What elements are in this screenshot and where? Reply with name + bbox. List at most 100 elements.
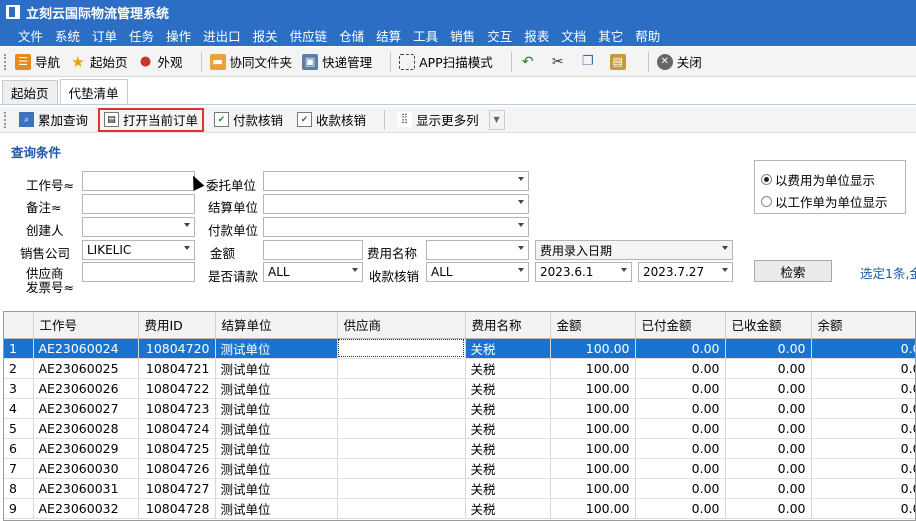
cell-rownum[interactable]: 8	[4, 478, 34, 499]
cell-supplier[interactable]	[337, 358, 466, 379]
cell-supplier[interactable]	[337, 418, 466, 439]
cell-supplier[interactable]	[337, 338, 466, 359]
cell-rownum[interactable]: 3	[4, 378, 34, 399]
supplier-invoice-input[interactable]	[82, 262, 195, 282]
cell-rownum[interactable]: 2	[4, 358, 34, 379]
cell-paid[interactable]: 0.00	[635, 458, 726, 479]
copy-button[interactable]: ❐	[580, 54, 600, 70]
payment-writeoff-button[interactable]: ✔ 付款核销	[210, 108, 287, 132]
cell-fee-name[interactable]: 关税	[465, 418, 551, 439]
cell-balance[interactable]: 0.00	[811, 418, 915, 439]
cell-supplier[interactable]	[337, 398, 466, 419]
cell-amount[interactable]: 100.00	[550, 358, 636, 379]
cell-paid[interactable]: 0.00	[635, 338, 726, 359]
cell-fee-id[interactable]: 10804724	[138, 418, 216, 439]
express-button[interactable]: ▣ 快递管理	[302, 52, 372, 71]
menu-documents[interactable]: 文档	[561, 26, 586, 45]
col-header-received[interactable]: 已收金额	[725, 312, 812, 339]
is-requested-select[interactable]: ALL	[263, 262, 363, 282]
col-header-balance[interactable]: 余额	[811, 312, 915, 339]
cell-paid[interactable]: 0.00	[635, 478, 726, 499]
cell-rownum[interactable]: 1	[4, 338, 34, 359]
cell-job-no[interactable]: AE23060032	[33, 498, 139, 519]
cell-job-no[interactable]: AE23060027	[33, 398, 139, 419]
menu-other[interactable]: 其它	[598, 26, 623, 45]
col-header-job-no[interactable]: 工作号	[33, 312, 139, 339]
cell-fee-id[interactable]: 10804725	[138, 438, 216, 459]
cell-fee-name[interactable]: 关税	[465, 358, 551, 379]
cell-rownum[interactable]: 5	[4, 418, 34, 439]
remark-input[interactable]	[82, 194, 195, 214]
menu-sales[interactable]: 销售	[450, 26, 475, 45]
cell-fee-name[interactable]: 关税	[465, 338, 551, 359]
cell-job-no[interactable]: AE23060031	[33, 478, 139, 499]
menu-reports[interactable]: 报表	[524, 26, 549, 45]
cell-fee-id[interactable]: 10804727	[138, 478, 216, 499]
job-no-input[interactable]	[82, 171, 195, 191]
col-header-amount[interactable]: 金额	[550, 312, 636, 339]
menu-warehouse[interactable]: 仓储	[339, 26, 364, 45]
app-scan-button[interactable]: APP扫描模式	[399, 52, 493, 71]
cell-settle-unit[interactable]: 测试单位	[215, 418, 338, 439]
cell-settle-unit[interactable]: 测试单位	[215, 478, 338, 499]
cell-job-no[interactable]: AE23060026	[33, 378, 139, 399]
cell-received[interactable]: 0.00	[725, 358, 812, 379]
menu-customs[interactable]: 报关	[253, 26, 278, 45]
appearance-button[interactable]: ● 外观	[138, 52, 183, 71]
cell-received[interactable]: 0.00	[725, 478, 812, 499]
cell-paid[interactable]: 0.00	[635, 358, 726, 379]
cell-balance[interactable]: 0.00	[811, 378, 915, 399]
cell-supplier[interactable]	[337, 378, 466, 399]
cell-rownum[interactable]: 4	[4, 398, 34, 419]
cell-settle-unit[interactable]: 测试单位	[215, 498, 338, 519]
cell-fee-name[interactable]: 关税	[465, 438, 551, 459]
cell-received[interactable]: 0.00	[725, 378, 812, 399]
cell-balance[interactable]: 0.00	[811, 458, 915, 479]
cell-received[interactable]: 0.00	[725, 438, 812, 459]
receipt-writeoff-button[interactable]: ✔ 收款核销	[293, 108, 370, 132]
cell-paid[interactable]: 0.00	[635, 418, 726, 439]
receipt-writeoff-select[interactable]: ALL	[426, 262, 529, 282]
cell-received[interactable]: 0.00	[725, 458, 812, 479]
cell-paid[interactable]: 0.00	[635, 498, 726, 519]
cell-fee-id[interactable]: 10804721	[138, 358, 216, 379]
table-row[interactable]: 5 AE23060028 10804724 测试单位 关税 100.00 0.00 0.00 0…	[4, 418, 915, 439]
cell-fee-name[interactable]: 关税	[465, 458, 551, 479]
cell-job-no[interactable]: AE23060030	[33, 458, 139, 479]
cell-settle-unit[interactable]: 测试单位	[215, 398, 338, 419]
cell-amount[interactable]: 100.00	[550, 378, 636, 399]
table-row[interactable]: 6 AE23060029 10804725 测试单位 关税 100.00 0.00 0.00 0…	[4, 438, 915, 459]
toolbar-grip[interactable]	[4, 53, 7, 70]
cell-fee-id[interactable]: 10804728	[138, 498, 216, 519]
pay-unit-select[interactable]	[263, 217, 529, 237]
cell-job-no[interactable]: AE23060028	[33, 418, 139, 439]
menu-help[interactable]: 帮助	[635, 26, 660, 45]
cell-settle-unit[interactable]: 测试单位	[215, 358, 338, 379]
cell-amount[interactable]: 100.00	[550, 398, 636, 419]
cell-rownum[interactable]: 6	[4, 438, 34, 459]
menu-operation[interactable]: 操作	[166, 26, 191, 45]
cell-supplier[interactable]	[337, 498, 466, 519]
cell-balance[interactable]: 0.00	[811, 438, 915, 459]
date-to-picker[interactable]: 2023.7.27	[638, 262, 733, 282]
creator-select[interactable]	[82, 217, 195, 237]
cell-balance[interactable]: 0.00	[811, 478, 915, 499]
menu-order[interactable]: 订单	[92, 26, 117, 45]
cell-fee-name[interactable]: 关税	[465, 478, 551, 499]
table-row[interactable]: 2 AE23060025 10804721 测试单位 关税 100.00 0.00 0.00 0…	[4, 358, 915, 379]
cell-balance[interactable]: 0.00	[811, 498, 915, 519]
date-type-select[interactable]: 费用录入日期	[535, 240, 733, 260]
tab-home[interactable]: 起始页	[2, 80, 58, 104]
cell-settle-unit[interactable]: 测试单位	[215, 378, 338, 399]
home-button[interactable]: ★ 起始页	[70, 52, 127, 71]
col-header-paid[interactable]: 已付金额	[635, 312, 726, 339]
menu-supply-chain[interactable]: 供应链	[290, 26, 328, 45]
settle-unit-select[interactable]	[263, 194, 529, 214]
cell-paid[interactable]: 0.00	[635, 398, 726, 419]
cell-amount[interactable]: 100.00	[550, 338, 636, 359]
col-header-settle-unit[interactable]: 结算单位	[215, 312, 338, 339]
cell-paid[interactable]: 0.00	[635, 378, 726, 399]
cell-job-no[interactable]: AE23060024	[33, 338, 139, 359]
cell-amount[interactable]: 100.00	[550, 458, 636, 479]
cell-fee-name[interactable]: 关税	[465, 398, 551, 419]
